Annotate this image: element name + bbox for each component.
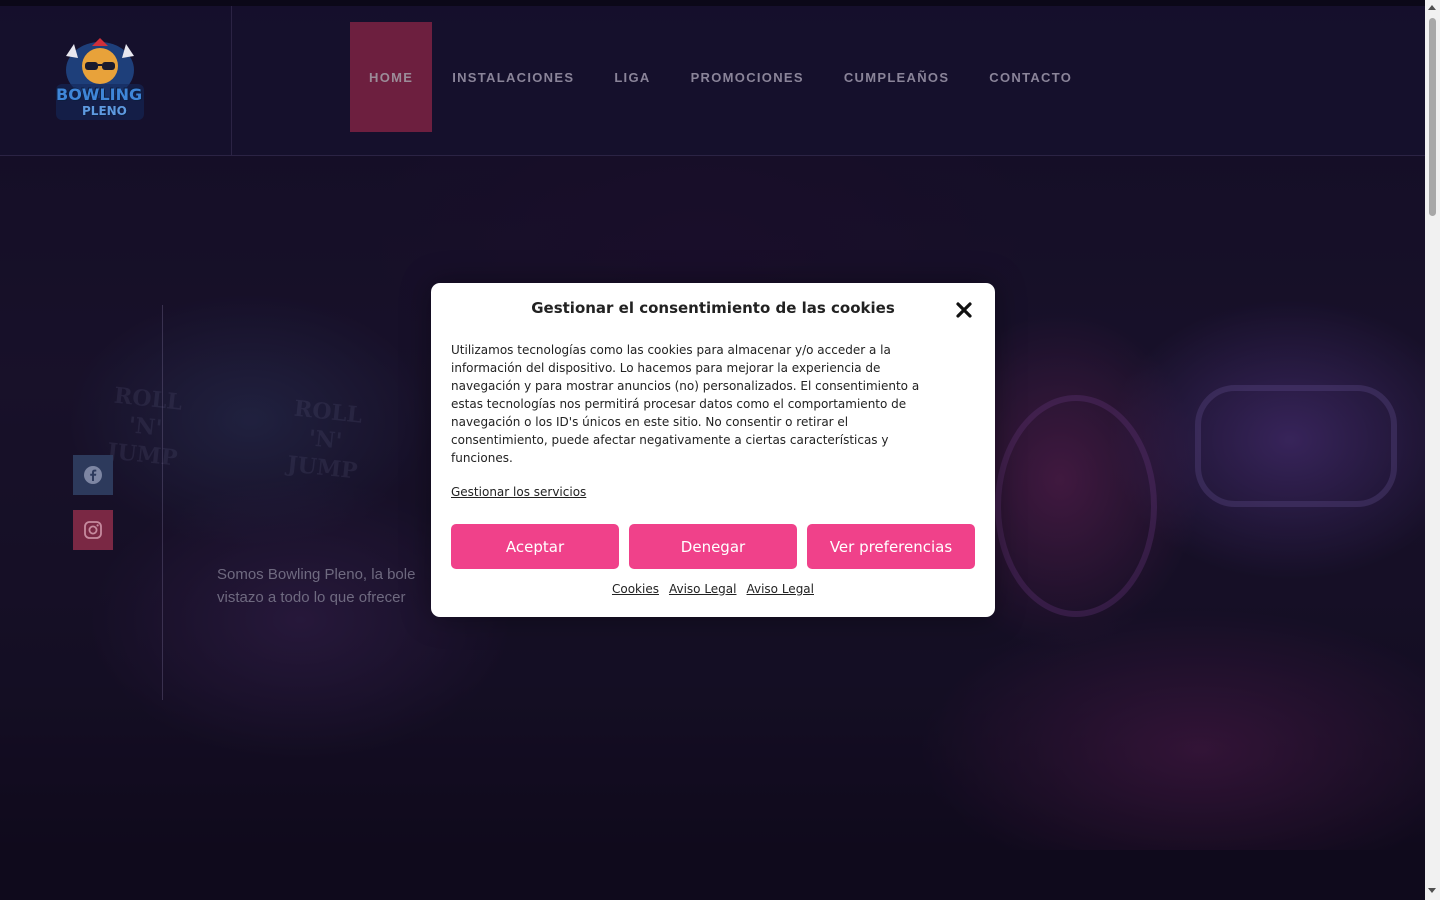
cookie-modal-links: Cookies Aviso Legal Aviso Legal <box>431 582 995 596</box>
footer-band <box>0 850 1425 900</box>
instagram-link[interactable] <box>73 510 113 550</box>
nav-item-instalaciones[interactable]: INSTALACIONES <box>432 22 594 132</box>
nav-item-contacto[interactable]: CONTACTO <box>969 22 1092 132</box>
cookie-modal-body: Utilizamos tecnologías como las cookies … <box>451 343 920 465</box>
facebook-icon <box>84 466 102 484</box>
facebook-link[interactable] <box>73 455 113 495</box>
page: ROLL 'N' JUMP ROLL 'N' JUMP BOWLING PLENO HO… <box>0 0 1425 900</box>
legal-notice-link-2[interactable]: Aviso Legal <box>746 582 814 596</box>
nav-item-promociones[interactable]: PROMOCIONES <box>671 22 824 132</box>
vertical-scrollbar[interactable] <box>1425 0 1440 900</box>
site-header: BOWLING PLENO HOME INSTALACIONES LIGA PR… <box>0 6 1425 156</box>
cookie-modal-title: Gestionar el consentimiento de las cooki… <box>531 299 895 317</box>
hero-divider-line <box>162 305 163 700</box>
legal-notice-link[interactable]: Aviso Legal <box>669 582 737 596</box>
logo-text-bowling: BOWLING <box>56 85 143 104</box>
cookie-consent-modal: Gestionar el consentimiento de las cooki… <box>431 283 995 617</box>
manage-services-link[interactable]: Gestionar los servicios <box>451 485 586 499</box>
accept-button[interactable]: Aceptar <box>451 524 619 569</box>
logo-text-pleno: PLENO <box>82 104 127 118</box>
close-button[interactable] <box>953 299 975 321</box>
main-navigation: HOME INSTALACIONES LIGA PROMOCIONES CUMP… <box>350 22 1092 132</box>
nav-item-home[interactable]: HOME <box>350 22 433 132</box>
scrollbar-thumb[interactable] <box>1429 18 1436 216</box>
close-icon <box>956 302 972 318</box>
nav-item-cumpleanos[interactable]: CUMPLEAÑOS <box>824 22 969 132</box>
nav-item-liga[interactable]: LIGA <box>594 22 670 132</box>
scroll-up-arrow-icon[interactable] <box>1428 5 1436 10</box>
cookies-link[interactable]: Cookies <box>612 582 659 596</box>
logo-container[interactable]: BOWLING PLENO <box>0 6 232 155</box>
deny-button[interactable]: Denegar <box>629 524 797 569</box>
instagram-icon <box>84 521 102 539</box>
preferences-button[interactable]: Ver preferencias <box>807 524 975 569</box>
scroll-down-arrow-icon[interactable] <box>1428 888 1436 893</box>
